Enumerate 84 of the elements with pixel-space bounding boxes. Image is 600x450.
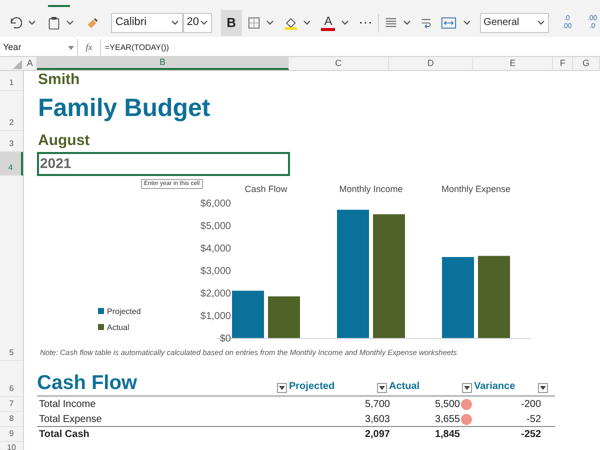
axis-tick-label: $1,000	[200, 311, 231, 322]
row-header[interactable]: 6	[0, 361, 23, 397]
table-cell-text: -252	[520, 428, 541, 442]
filter-button[interactable]	[462, 383, 472, 393]
axis-tick-label: $5,000	[200, 221, 231, 232]
column-header[interactable]: E	[473, 57, 554, 70]
sheet-name: Smith	[38, 70, 80, 90]
chevron-icon[interactable]	[462, 20, 471, 25]
axis-tick-label: $6,000	[200, 198, 231, 210]
column-header[interactable]: F	[553, 57, 574, 70]
borders-icon[interactable]	[248, 16, 260, 30]
chevron-icon[interactable]	[170, 20, 179, 25]
table-cell-text: 3,603	[364, 412, 390, 426]
more-button[interactable]: ⋯	[358, 12, 372, 33]
column-header[interactable]: G	[573, 57, 600, 70]
row-header[interactable]: 9	[0, 427, 23, 442]
number-format-dropdown[interactable]: General	[480, 12, 550, 32]
formula-input[interactable]: =YEAR(TODAY())	[100, 39, 600, 56]
year-cell[interactable]: 2021	[37, 152, 290, 176]
row-label: Total Expense	[38, 412, 103, 426]
row-header[interactable]: 4	[0, 152, 23, 176]
table-cell-text: 2,097	[364, 428, 390, 442]
undo-icon[interactable]	[8, 14, 22, 30]
month-label: August	[38, 130, 90, 150]
legend-swatch	[98, 324, 104, 330]
column-heading: Variance	[474, 380, 516, 394]
chevron-icon[interactable]	[266, 20, 274, 25]
category-label: Monthly Income	[339, 184, 403, 194]
column-heading: Actual	[389, 380, 420, 394]
filter-button[interactable]	[538, 383, 548, 393]
function-button[interactable]: fx	[78, 40, 100, 54]
filter-button[interactable]	[377, 383, 387, 393]
table-title: Cash Flow	[37, 371, 138, 395]
row-label: Total Cash	[38, 428, 90, 442]
axis-tick-label: $2,000	[200, 288, 231, 300]
dropdown-icon[interactable]	[464, 386, 470, 390]
merge-cells-icon[interactable]	[441, 16, 457, 30]
dropdown-icon[interactable]	[279, 386, 285, 390]
dropdown-icon[interactable]	[540, 386, 546, 390]
row-header[interactable]: 10	[0, 442, 23, 450]
table-cell-text: 3,655	[434, 412, 460, 426]
chevron-icon[interactable]	[403, 20, 412, 25]
column-header[interactable]: D	[388, 57, 474, 70]
axis-tick-label: $0	[220, 334, 231, 344]
chevron-icon[interactable]	[341, 20, 350, 25]
axis-tick-label: $4,000	[200, 244, 231, 254]
chevron-icon[interactable]	[303, 20, 312, 25]
bar	[268, 296, 300, 338]
table-cell-text: 5,500	[434, 398, 460, 412]
column-header[interactable]: C	[289, 57, 389, 70]
category-label: Cash Flow	[244, 184, 288, 194]
legend-label: Actual	[107, 323, 130, 332]
filter-button[interactable]	[277, 383, 287, 393]
column-header[interactable]: B	[36, 57, 290, 70]
chevron-icon[interactable]	[66, 20, 74, 25]
active-tab-indicator	[48, 5, 70, 7]
sheet-title: Family Budget	[38, 92, 210, 124]
legend-label: Projected	[107, 307, 141, 316]
bar	[232, 290, 264, 338]
table-cell-text: 5,700	[364, 398, 390, 412]
font-size-dropdown[interactable]: 20	[182, 12, 212, 32]
font-name-dropdown[interactable]: Calibri	[111, 12, 183, 32]
name-box[interactable]: Year	[0, 39, 78, 56]
dropdown-icon[interactable]	[379, 386, 385, 390]
row-header[interactable]: 7	[0, 397, 23, 412]
clipboard-icon[interactable]	[48, 14, 60, 30]
column-heading: Projected	[289, 380, 335, 394]
bold-button[interactable]: B	[221, 10, 242, 36]
row-header[interactable]: 2	[0, 91, 23, 131]
chevron-icon[interactable]	[28, 20, 36, 25]
legend-swatch	[98, 308, 104, 314]
table-cell-text: -52	[526, 412, 541, 426]
axis-tick-label: $3,000	[200, 266, 231, 277]
table-cell-text: 1,845	[434, 428, 460, 442]
align-icon[interactable]	[385, 16, 398, 30]
row-label: Total Income	[38, 398, 97, 412]
font-color-button[interactable]: A	[321, 14, 336, 32]
chevron-icon[interactable]	[200, 20, 208, 25]
row-header[interactable]: 8	[0, 412, 23, 427]
table-cell-text: -200	[520, 398, 541, 412]
row-header[interactable]: 5	[0, 176, 23, 361]
chevron-icon[interactable]	[537, 20, 546, 25]
category-label: Monthly Expense	[441, 184, 511, 194]
row-header[interactable]: 1	[0, 71, 23, 91]
